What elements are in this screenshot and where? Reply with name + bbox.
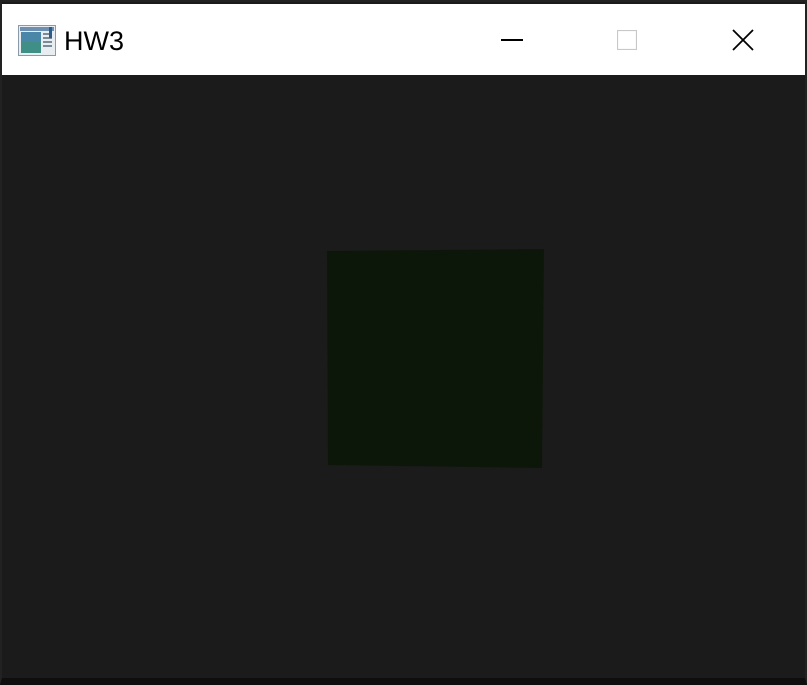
green-square <box>327 249 544 468</box>
minimize-icon <box>501 38 523 41</box>
title-bar[interactable]: HW3 <box>2 4 805 75</box>
maximize-icon <box>617 29 637 50</box>
maximize-button[interactable] <box>572 4 682 75</box>
render-viewport[interactable] <box>2 75 805 678</box>
app-window: HW3 <box>0 0 807 685</box>
application-window-icon <box>18 25 56 56</box>
window-title: HW3 <box>64 26 124 56</box>
close-icon <box>732 28 754 51</box>
minimize-button[interactable] <box>457 4 567 75</box>
close-button[interactable] <box>688 4 798 75</box>
